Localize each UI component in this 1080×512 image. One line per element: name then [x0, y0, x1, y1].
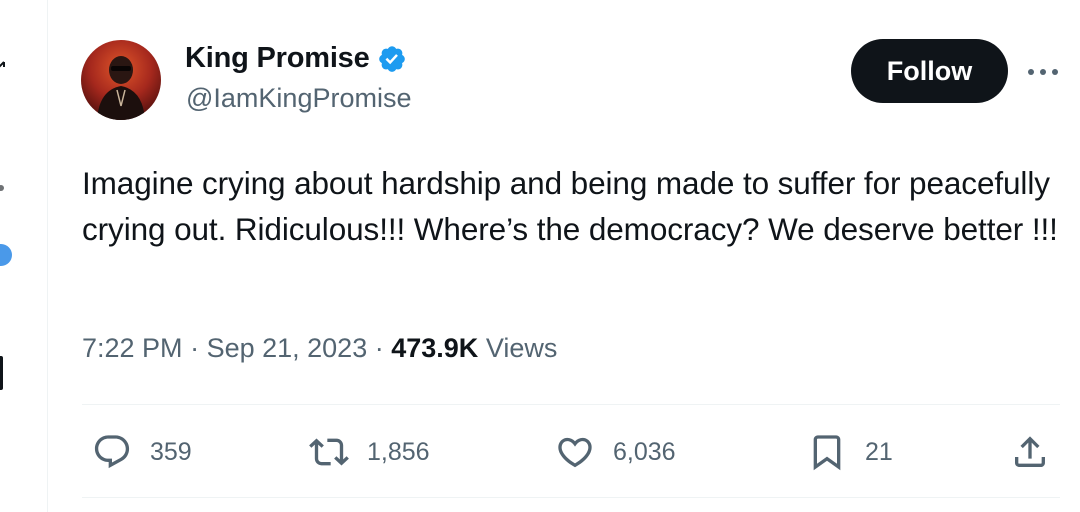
retweet-count: 1,856 — [367, 437, 430, 466]
heart-icon — [558, 437, 592, 468]
author-name-row[interactable]: King Promise — [185, 42, 407, 75]
tweet-text: Imagine crying about hardship and being … — [82, 165, 1058, 247]
sidebar-icon-fragment[interactable] — [0, 356, 3, 390]
reply-count: 359 — [150, 437, 192, 466]
divider — [82, 497, 1060, 498]
retweet-button[interactable]: 1,856 — [309, 430, 430, 474]
like-count: 6,036 — [613, 437, 676, 466]
tweet-date[interactable]: Sep 21, 2023 — [207, 333, 368, 364]
retweet-icon — [309, 438, 349, 466]
author-handle[interactable]: @IamKingPromise — [186, 83, 411, 114]
sidebar-dot — [0, 185, 4, 191]
tweet-meta: 7:22 PM · Sep 21, 2023 · 473.9K Views — [82, 333, 557, 364]
share-icon — [1015, 436, 1045, 467]
author-name[interactable]: King Promise — [185, 42, 370, 75]
bookmark-button[interactable]: 21 — [807, 430, 893, 474]
views-count[interactable]: 473.9K — [391, 333, 478, 364]
meta-separator: · — [367, 333, 392, 363]
share-button[interactable] — [1010, 430, 1050, 474]
bookmark-icon — [813, 435, 841, 471]
verified-icon — [378, 45, 405, 72]
follow-button[interactable]: Follow — [851, 39, 1008, 103]
bookmark-count: 21 — [865, 437, 893, 466]
reply-button[interactable]: 359 — [92, 430, 192, 474]
sidebar-divider — [47, 0, 48, 512]
meta-separator: · — [182, 333, 207, 363]
like-button[interactable]: 6,036 — [555, 430, 676, 474]
avatar[interactable] — [81, 40, 161, 120]
tweet-time[interactable]: 7:22 PM — [82, 333, 183, 364]
more-icon[interactable] — [1025, 60, 1061, 84]
sidebar-notification-dot[interactable] — [0, 244, 12, 266]
reply-icon — [94, 435, 130, 469]
divider — [82, 404, 1060, 405]
views-label: Views — [485, 333, 558, 363]
back-arrow-icon[interactable] — [0, 58, 8, 72]
meta-space — [478, 333, 486, 364]
